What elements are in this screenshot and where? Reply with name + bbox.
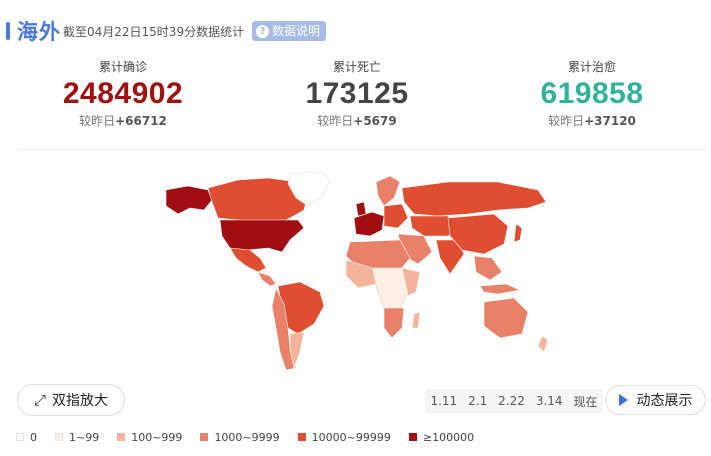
legend-swatch bbox=[200, 433, 209, 441]
legend-item: 0 bbox=[16, 431, 37, 444]
timeline-point[interactable]: 2.1 bbox=[468, 394, 487, 408]
map-region-southern-africa bbox=[383, 307, 405, 339]
stat-value: 173125 bbox=[305, 77, 409, 110]
page-title: 海外 bbox=[17, 20, 61, 44]
header: 海外 截至04月22日15时39分数据统计 ? 数据说明 bbox=[0, 14, 711, 48]
stat-delta: 较昨日+66712 bbox=[79, 114, 167, 128]
question-icon: ? bbox=[256, 24, 269, 38]
map-region-uk bbox=[355, 201, 367, 217]
stat-value: 2484902 bbox=[62, 77, 184, 110]
play-icon bbox=[618, 394, 628, 406]
legend-item: 1000~9999 bbox=[200, 431, 280, 444]
stat-delta: 较昨日+5679 bbox=[317, 114, 397, 128]
map-region-japan bbox=[513, 223, 523, 243]
legend-swatch bbox=[117, 433, 126, 441]
timeline: 1.11 2.1 2.22 3.14 现在 bbox=[425, 389, 603, 413]
timeline-point[interactable]: 3.14 bbox=[536, 394, 563, 408]
map-region-indonesia bbox=[479, 283, 521, 295]
play-button-label: 动态展示 bbox=[636, 393, 693, 409]
stats-summary: 累计确诊 2484902 较昨日+66712 累计死亡 173125 较昨日+5… bbox=[0, 58, 711, 138]
stat-recovered: 累计治愈 619858 较昨日+37120 bbox=[492, 58, 692, 130]
title-accent-bar bbox=[6, 22, 10, 40]
stat-value: 619858 bbox=[540, 77, 644, 110]
stat-confirmed: 累计确诊 2484902 较昨日+66712 bbox=[23, 58, 223, 130]
update-timestamp: 截至04月22日15时39分数据统计 bbox=[63, 25, 245, 39]
data-info-label: 数据说明 bbox=[272, 24, 321, 38]
map-region-central-america bbox=[257, 271, 277, 287]
legend-swatch bbox=[297, 433, 306, 441]
stat-label: 累计确诊 bbox=[98, 60, 147, 74]
timeline-point[interactable]: 2.22 bbox=[498, 394, 525, 408]
pinch-zoom-button[interactable]: ⤢ 双指放大 bbox=[17, 384, 125, 416]
timeline-point-now[interactable]: 现在 bbox=[573, 393, 597, 410]
legend-item: 10000~99999 bbox=[297, 431, 391, 444]
stat-label: 累计治愈 bbox=[567, 60, 616, 74]
animate-play-button[interactable]: 动态展示 bbox=[605, 385, 706, 415]
map-region-russia bbox=[401, 181, 547, 217]
legend-swatch bbox=[55, 433, 63, 441]
legend-item: ≥100000 bbox=[408, 431, 474, 444]
map-region-madagascar bbox=[411, 311, 421, 329]
map-region-alaska bbox=[165, 185, 213, 215]
legend-swatch bbox=[16, 433, 24, 441]
map-region-usa bbox=[219, 219, 305, 253]
stat-label: 累计死亡 bbox=[332, 60, 381, 74]
legend-item: 1~99 bbox=[55, 431, 99, 444]
world-map[interactable] bbox=[158, 168, 558, 378]
map-region-scandinavia bbox=[375, 175, 401, 207]
zoom-button-label: 双指放大 bbox=[52, 393, 108, 409]
map-legend: 0 1~99 100~999 1000~9999 10000~99999 ≥10… bbox=[16, 429, 492, 445]
stat-delta: 较昨日+37120 bbox=[548, 114, 636, 128]
legend-item: 100~999 bbox=[117, 431, 182, 444]
map-region-mexico bbox=[229, 247, 267, 273]
map-region-eastern-europe bbox=[383, 203, 409, 229]
divider bbox=[17, 149, 706, 150]
legend-swatch bbox=[408, 433, 417, 441]
expand-arrows-icon: ⤢ bbox=[33, 391, 46, 409]
stat-deaths: 累计死亡 173125 较昨日+5679 bbox=[257, 58, 457, 130]
data-info-button[interactable]: ? 数据说明 bbox=[252, 21, 327, 41]
map-region-se-asia bbox=[473, 255, 503, 281]
map-region-new-zealand bbox=[537, 335, 549, 353]
map-region-australia bbox=[483, 297, 529, 339]
timeline-point[interactable]: 1.11 bbox=[430, 394, 457, 408]
